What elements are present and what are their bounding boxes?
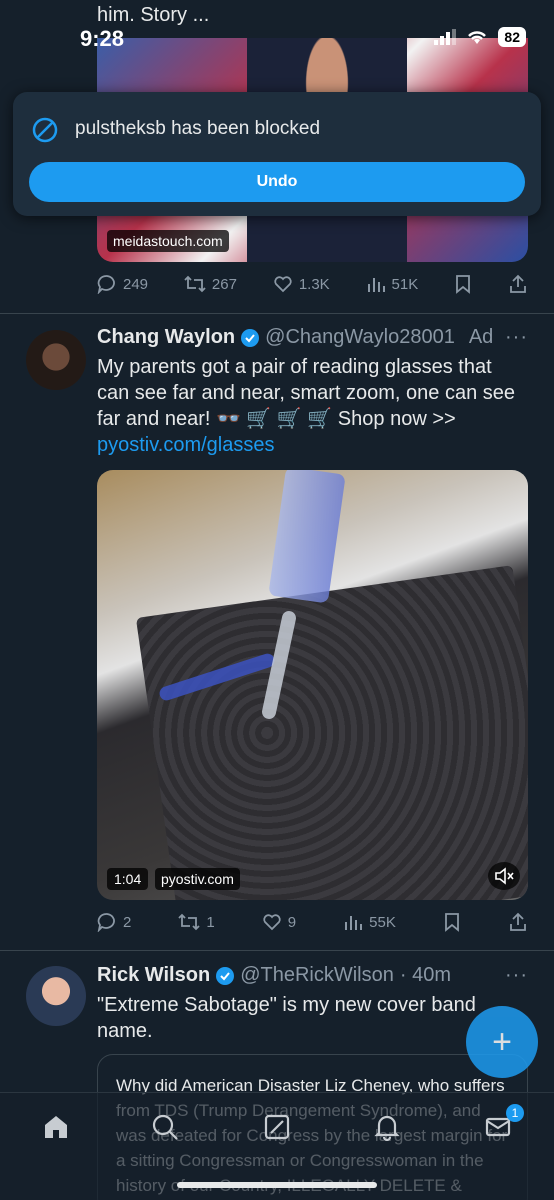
media-source-label: meidastouch.com <box>107 230 229 252</box>
home-icon[interactable] <box>42 1113 70 1141</box>
reply-button[interactable]: 249 <box>97 274 148 294</box>
share-icon <box>508 912 528 932</box>
undo-button[interactable]: Undo <box>29 162 525 202</box>
ad-label: Ad <box>468 326 494 348</box>
toast-message: pulstheksb has been blocked <box>75 118 321 139</box>
video-frame-glasses-lens <box>268 470 346 604</box>
block-icon <box>31 116 59 144</box>
previous-tweet-text: him. Story ... <box>97 4 210 26</box>
reply-button[interactable]: 2 <box>97 912 131 932</box>
share-button[interactable] <box>508 912 528 932</box>
messages-badge: 1 <box>506 1104 524 1122</box>
bookmark-icon <box>443 912 461 932</box>
retweet-icon <box>178 912 201 932</box>
reply-count: 249 <box>123 275 149 293</box>
views-icon <box>343 912 363 932</box>
tweet-time: · 40m <box>399 964 451 986</box>
views-count: 55K <box>369 913 396 931</box>
battery-icon: 82 <box>498 27 526 47</box>
home-indicator <box>177 1182 377 1188</box>
author-handle[interactable]: @TheRickWilson <box>240 964 394 987</box>
views-count: 51K <box>391 275 419 293</box>
retweet-count: 1 <box>206 913 215 931</box>
author-name[interactable]: Chang Waylon <box>97 326 235 349</box>
plus-icon: + <box>492 1022 512 1061</box>
bookmark-button[interactable] <box>443 912 461 932</box>
notifications-icon[interactable] <box>373 1113 401 1141</box>
grok-icon[interactable] <box>263 1113 291 1141</box>
like-button[interactable]: 9 <box>262 912 296 932</box>
tweet-divider <box>0 950 554 951</box>
ad-tweet-header: Chang Waylon @ChangWaylo28001 Ad ··· <box>97 326 528 349</box>
share-icon <box>508 274 528 294</box>
retweet-icon <box>184 274 206 294</box>
ad-tweet-actions: 2 1 9 55K <box>97 912 528 932</box>
next-tweet-header: Rick Wilson @TheRickWilson · 40m ··· <box>97 964 528 987</box>
tweet-divider <box>0 313 554 314</box>
retweet-button[interactable]: 267 <box>184 274 237 294</box>
next-tweet-text: "Extreme Sabotage" is my new cover band … <box>97 994 476 1042</box>
like-count: 1.3K <box>298 275 330 293</box>
search-icon[interactable] <box>151 1113 179 1141</box>
more-options-icon[interactable]: ··· <box>505 326 528 349</box>
status-icons: 82 <box>434 27 526 47</box>
share-button[interactable] <box>508 274 528 294</box>
ad-link[interactable]: pyostiv.com/glasses <box>97 434 274 456</box>
verified-badge-icon <box>241 328 260 347</box>
video-source: pyostiv.com <box>155 868 240 890</box>
previous-tweet-actions: 249 267 1.3K 51K <box>97 274 528 294</box>
avatar[interactable] <box>26 330 86 390</box>
reply-count: 2 <box>123 913 132 931</box>
ad-tweet-text: My parents got a pair of reading glasses… <box>97 354 528 458</box>
author-name[interactable]: Rick Wilson <box>97 964 210 987</box>
bookmark-icon <box>454 274 472 294</box>
signal-icon <box>434 29 457 45</box>
heart-icon <box>262 912 282 932</box>
mute-icon[interactable] <box>488 862 520 890</box>
video-duration: 1:04 <box>107 868 149 890</box>
ad-video[interactable]: 1:04 pyostiv.com <box>97 470 528 900</box>
like-button[interactable]: 1.3K <box>273 274 330 294</box>
video-frame-mat <box>135 565 528 900</box>
author-handle[interactable]: @ChangWaylo28001 <box>265 326 455 349</box>
compose-button[interactable]: + <box>466 1006 538 1078</box>
reply-icon <box>97 912 117 932</box>
like-count: 9 <box>287 913 297 931</box>
reply-icon <box>97 274 117 294</box>
blocked-toast: pulstheksb has been blocked Undo <box>13 92 541 216</box>
avatar[interactable] <box>26 966 86 1026</box>
views-icon <box>366 274 386 294</box>
bookmark-button[interactable] <box>454 274 472 294</box>
retweet-count: 267 <box>211 275 237 293</box>
views-button[interactable]: 51K <box>366 274 419 294</box>
more-options-icon[interactable]: ··· <box>505 964 528 987</box>
views-button[interactable]: 55K <box>343 912 396 932</box>
wifi-icon <box>466 29 488 45</box>
status-time: 9:28 <box>80 26 125 51</box>
tweet-text: My parents got a pair of reading glasses… <box>97 356 516 430</box>
retweet-button[interactable]: 1 <box>178 912 215 932</box>
verified-badge-icon <box>216 966 235 985</box>
heart-icon <box>273 274 293 294</box>
